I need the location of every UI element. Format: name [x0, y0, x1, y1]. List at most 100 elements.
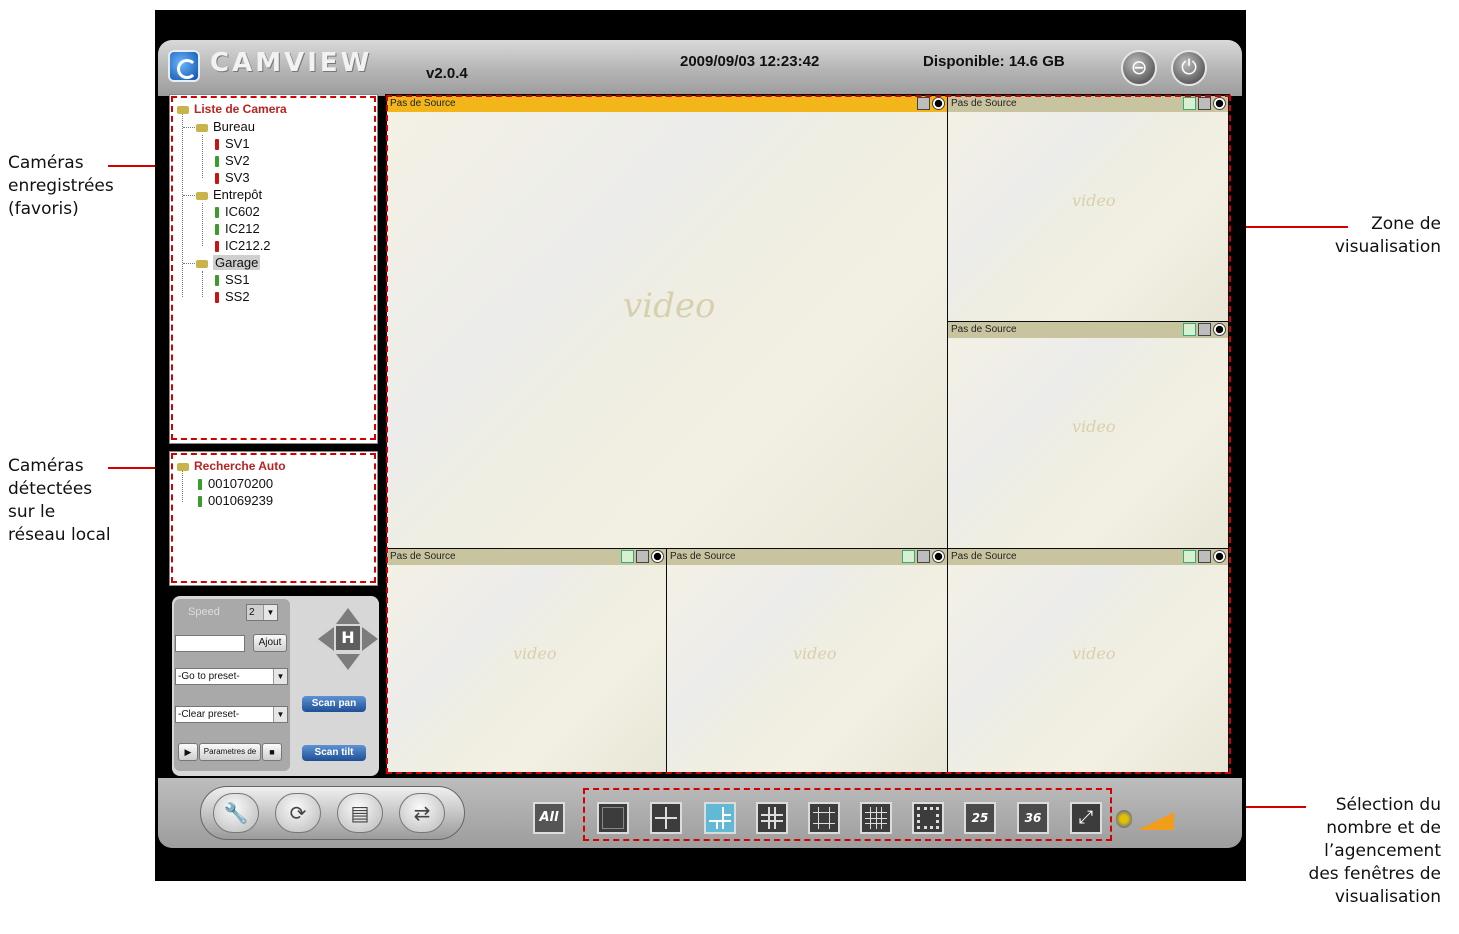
speaker-icon[interactable]: [1116, 810, 1132, 828]
video-tile[interactable]: Pas de Source video: [948, 322, 1228, 548]
arrow-left-icon[interactable]: [318, 627, 334, 651]
scan-pan-button[interactable]: Scan pan: [302, 696, 366, 712]
tree-root-auto-search[interactable]: Recherche Auto: [177, 458, 286, 475]
tree-camera-ss2[interactable]: SS2: [215, 288, 250, 305]
annotation-line: sur le: [8, 502, 56, 522]
layout-1-button[interactable]: [597, 802, 629, 834]
minimize-button[interactable]: ⊖: [1121, 50, 1157, 86]
device-label: 001069239: [208, 493, 274, 508]
device-label: 001070200: [208, 476, 274, 491]
tile-controls: [619, 550, 664, 564]
snapshot-icon[interactable]: [1198, 323, 1211, 336]
view-icon[interactable]: [1183, 550, 1196, 563]
arrow-up-icon[interactable]: [336, 608, 360, 624]
tree-group-garage[interactable]: Garage: [196, 254, 261, 271]
layout-10-button[interactable]: [808, 802, 840, 834]
layout-6-button[interactable]: [704, 802, 736, 834]
preset-name-input[interactable]: [175, 635, 245, 652]
add-preset-button[interactable]: Ajout: [253, 634, 287, 652]
camera-online-icon: [215, 224, 219, 236]
tree-camera-sv1[interactable]: SV1: [215, 135, 250, 152]
video-tile[interactable]: Pas de Source video: [667, 549, 947, 772]
settings-button[interactable]: 🔧: [213, 793, 259, 833]
video-tile[interactable]: Pas de Source video: [387, 96, 947, 548]
tree-device-1[interactable]: 001070200: [198, 475, 273, 492]
arrow-right-icon[interactable]: [362, 627, 378, 651]
annotation-line: Caméras: [8, 456, 84, 476]
video-tile[interactable]: Pas de Source video: [948, 96, 1228, 321]
tree-camera-ic602[interactable]: IC602: [215, 203, 260, 220]
record-icon[interactable]: [1213, 550, 1226, 563]
playback-button[interactable]: ⟳: [275, 793, 321, 833]
scan-tilt-button[interactable]: Scan tilt: [302, 745, 366, 761]
watermark: video: [1072, 191, 1116, 210]
layout-1-icon: [602, 807, 624, 829]
snapshot-icon[interactable]: [917, 97, 930, 110]
record-icon[interactable]: [932, 97, 945, 110]
tree-camera-sv3[interactable]: SV3: [215, 169, 250, 186]
folder-icon: [196, 123, 208, 132]
tree-root-label: Liste de Camera: [194, 102, 287, 116]
auto-search-panel: Recherche Auto 001070200 001069239: [169, 451, 378, 586]
layout-4-button[interactable]: [650, 802, 682, 834]
tree-camera-sv2[interactable]: SV2: [215, 152, 250, 169]
fullscreen-button[interactable]: ⤢: [1070, 802, 1102, 834]
minimize-icon: ⊖: [1130, 55, 1148, 79]
goto-preset-select[interactable]: -Go to preset- ▼: [175, 668, 288, 685]
tree-guide: [202, 135, 203, 178]
layout-13-button[interactable]: [912, 802, 944, 834]
snapshot-icon[interactable]: [917, 550, 930, 563]
record-icon[interactable]: [651, 550, 664, 563]
tile-controls: [900, 550, 945, 564]
video-tile[interactable]: Pas de Source video: [387, 549, 666, 772]
watermark: video: [793, 644, 837, 663]
snapshot-icon[interactable]: [1198, 550, 1211, 563]
tree-camera-ic212-2[interactable]: IC212.2: [215, 237, 271, 254]
camera-offline-icon: [215, 173, 219, 185]
annotation-favorites: Caméras enregistrées (favoris): [8, 152, 114, 221]
record-icon[interactable]: [1213, 323, 1226, 336]
camera-online-icon: [215, 275, 219, 287]
layout-36-button[interactable]: 36: [1017, 802, 1049, 834]
tree-camera-ss1[interactable]: SS1: [215, 271, 250, 288]
annotation-line: Sélection du: [1335, 795, 1441, 815]
record-icon[interactable]: [932, 550, 945, 563]
layout-25-button[interactable]: 25: [964, 802, 996, 834]
view-icon[interactable]: [1183, 323, 1196, 336]
home-button[interactable]: H: [336, 626, 360, 650]
snapshot-icon[interactable]: [1198, 97, 1211, 110]
tree-guide: [202, 271, 203, 297]
play-button[interactable]: ▶: [178, 743, 198, 761]
arrow-down-icon[interactable]: [336, 654, 360, 670]
video-tile[interactable]: Pas de Source video: [948, 549, 1228, 772]
folder-icon: [196, 259, 208, 268]
volume-slider[interactable]: [1138, 812, 1174, 830]
schedule-button[interactable]: ▤: [337, 793, 383, 833]
tree-group-bureau[interactable]: Bureau: [196, 118, 255, 135]
tree-camera-ic212[interactable]: IC212: [215, 220, 260, 237]
view-icon[interactable]: [621, 550, 634, 563]
layout-16-button[interactable]: [860, 802, 892, 834]
power-button[interactable]: ⏻: [1171, 50, 1207, 86]
camera-label: SS1: [225, 272, 250, 287]
tree-device-2[interactable]: 001069239: [198, 492, 273, 509]
view-icon[interactable]: [902, 550, 915, 563]
camera-online-icon: [215, 156, 219, 168]
parameters-button[interactable]: Parametres de: [199, 743, 261, 761]
chevron-down-icon: ▼: [273, 669, 287, 684]
clear-preset-select[interactable]: -Clear preset- ▼: [175, 706, 288, 723]
all-cameras-button[interactable]: All: [533, 802, 565, 834]
record-icon[interactable]: [1213, 97, 1226, 110]
datetime: 2009/09/03 12:23:42: [680, 53, 820, 70]
network-button[interactable]: ⇄: [399, 793, 445, 833]
stop-button[interactable]: ■: [262, 743, 282, 761]
annotation-line: nombre et de: [1326, 818, 1441, 838]
annotation-view-zone: Zone de visualisation: [1300, 213, 1441, 259]
tree-group-entrepot[interactable]: Entrepôt: [196, 186, 262, 203]
tree-guide: [202, 203, 203, 246]
layout-9-button[interactable]: [756, 802, 788, 834]
view-icon[interactable]: [1183, 97, 1196, 110]
speed-select[interactable]: 2 ▼: [246, 604, 278, 621]
tree-root-camera-list[interactable]: Liste de Camera: [177, 101, 287, 118]
snapshot-icon[interactable]: [636, 550, 649, 563]
